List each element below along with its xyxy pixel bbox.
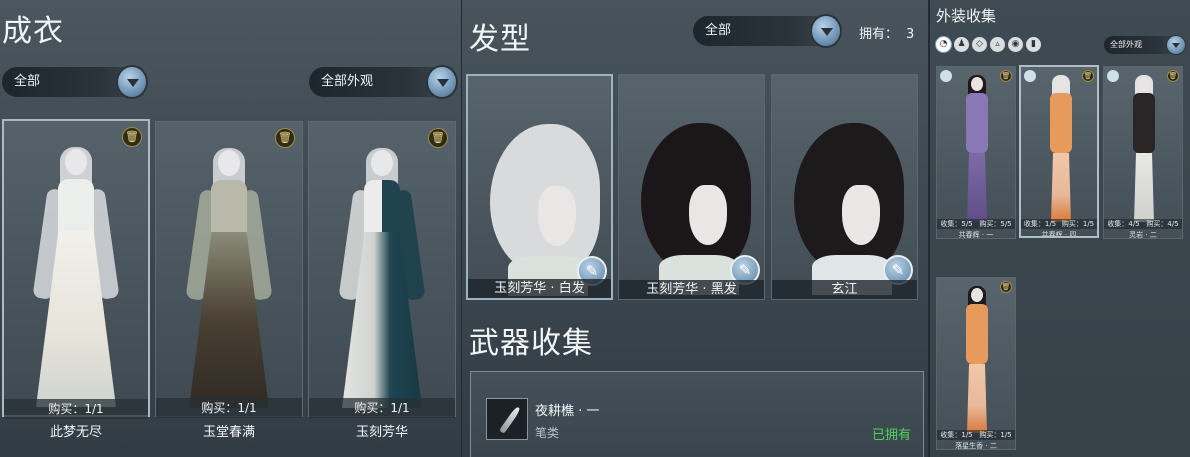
collection-card[interactable]: 🗑 收集：4/5 购买：4/5 灵岩 · 二 — [1103, 66, 1183, 239]
appearance-filter-dropdown[interactable]: 全部外观 — [309, 65, 458, 99]
owned-status: 已拥有 — [871, 428, 911, 443]
category-tabs: ◔ ♟ ◇ ▵ ◉ ▮ — [936, 37, 1041, 52]
accessory-category-icon[interactable]: ◇ — [972, 37, 987, 52]
chevron-down-icon — [426, 65, 458, 99]
buy-count: 购买：1/1 — [309, 398, 455, 418]
outfit-preview-figure — [961, 75, 993, 222]
weapon-item[interactable]: 夜耕樵 · 一 笔类 已拥有 — [470, 371, 924, 457]
trash-icon[interactable]: 🗑 — [1082, 70, 1094, 82]
hairstyle-card[interactable]: ✎ 玄江 — [771, 74, 918, 300]
buy-count: 购买：1/1 — [4, 399, 148, 419]
outfit-preview-figure — [334, 148, 430, 408]
collection-stats: 收集：4/5 购买：4/5 — [1104, 219, 1182, 229]
owned-count: 拥有： 3 — [859, 23, 914, 42]
collect-count: 收集：1/5 — [940, 431, 973, 439]
chevron-down-icon — [1166, 35, 1186, 55]
pendant-category-icon[interactable]: ▮ — [1026, 37, 1041, 52]
chevron-down-icon — [116, 65, 148, 99]
collection-filter-dropdown[interactable]: 全部外观 — [1104, 35, 1186, 55]
chevron-down-icon — [810, 14, 842, 48]
collection-item-name: 落星生香 · 二 — [955, 442, 997, 450]
trash-icon[interactable]: 🗑 — [122, 127, 142, 147]
hair-badge-icon — [1107, 70, 1119, 82]
outfit-preview-figure — [1045, 75, 1077, 222]
collection-stats: 收集：1/5 购买：1/5 — [1021, 219, 1097, 229]
collection-title: 外装收集 — [936, 7, 997, 25]
buy-count: 购买：4/5 — [1146, 220, 1179, 228]
outfit-filter-value: 全部 — [14, 74, 41, 89]
buy-count: 购买：1/5 — [1061, 220, 1095, 228]
outfit-card[interactable]: 🗑 购买：1/1 — [155, 121, 303, 418]
outfit-preview-figure — [181, 148, 277, 408]
weapon-name: 夜耕樵 · 一 — [535, 404, 600, 419]
buy-count: 购买：1/1 — [156, 398, 302, 418]
collection-stats: 收集：1/5 购买：1/5 — [937, 430, 1015, 440]
trash-icon[interactable]: 🗑 — [275, 128, 295, 148]
hairstyle-name: 玉刻芳华 · 黑发 — [619, 280, 764, 299]
collection-card[interactable]: 🗑 收集：1/5 购买：1/5 落星生香 · 二 — [936, 277, 1016, 450]
buy-count: 购买：5/5 — [979, 220, 1012, 228]
trash-icon[interactable]: 🗑 — [428, 128, 448, 148]
collection-card[interactable]: 🗑 收集：1/5 购买：1/5 共春辉 · 四 — [1019, 65, 1099, 238]
owned-value: 3 — [906, 27, 915, 42]
outfit-title: 成衣 — [2, 14, 64, 49]
collection-item-name: 共春辉 · 一 — [958, 231, 994, 239]
collection-panel: 外装收集 ◔ ♟ ◇ ▵ ◉ ▮ 全部外观 🗑 收集：5/5 购买：5/5 共春… — [930, 0, 1190, 457]
collect-count: 收集：4/5 — [1107, 220, 1140, 228]
hairstyle-card[interactable]: ✎ 玉刻芳华 · 黑发 — [618, 74, 765, 300]
weapon-type: 笔类 — [535, 426, 560, 440]
outfit-preview-figure — [1128, 75, 1160, 222]
weapon-collection-title: 武器收集 — [469, 326, 593, 361]
collection-item-name: 共春辉 · 四 — [1041, 231, 1077, 238]
hair-badge-icon — [940, 70, 952, 82]
weapon-thumbnail — [486, 398, 528, 440]
hairstyle-card[interactable]: ✎ 玉刻芳华 · 白发 — [466, 74, 613, 300]
outfit-category-icon[interactable]: ♟ — [954, 37, 969, 52]
outfit-name: 玉刻芳华 — [355, 425, 408, 440]
owned-label: 拥有： — [859, 27, 899, 42]
collect-count: 收集：1/5 — [1023, 220, 1057, 228]
trash-icon[interactable]: 🗑 — [1000, 70, 1012, 82]
trash-icon[interactable]: 🗑 — [1167, 70, 1179, 82]
outfit-preview-figure — [28, 147, 124, 407]
hair-category-icon[interactable]: ◔ — [936, 37, 951, 52]
collection-stats: 收集：5/5 购买：5/5 — [937, 219, 1015, 229]
outfit-card[interactable]: 🗑 购买：1/1 — [308, 121, 456, 418]
trash-icon[interactable]: 🗑 — [1000, 281, 1012, 293]
hairstyle-title: 发型 — [469, 22, 531, 57]
collection-item-name: 灵岩 · 二 — [1129, 231, 1157, 239]
hairstyle-filter-value: 全部 — [705, 23, 732, 38]
outfit-preview-figure — [961, 286, 993, 433]
face-category-icon[interactable]: ◉ — [1008, 37, 1023, 52]
collection-filter-value: 全部外观 — [1110, 40, 1142, 49]
collect-count: 收集：5/5 — [940, 220, 973, 228]
cloak-category-icon[interactable]: ▵ — [990, 37, 1005, 52]
buy-count: 购买：1/5 — [979, 431, 1012, 439]
collection-card[interactable]: 🗑 收集：5/5 购买：5/5 共春辉 · 一 — [936, 66, 1016, 239]
outfit-filter-dropdown[interactable]: 全部 — [2, 65, 148, 99]
hair-badge-icon — [1024, 70, 1036, 82]
hairstyle-name: 玉刻芳华 · 白发 — [468, 279, 611, 298]
hairstyle-filter-dropdown[interactable]: 全部 — [693, 14, 842, 48]
outfit-panel: 成衣 全部 全部外观 🗑 购买：1/1 此梦无尽 🗑 购买：1/1 玉堂春满 🗑… — [0, 0, 462, 457]
outfit-name: 此梦无尽 — [49, 425, 102, 440]
outfit-card[interactable]: 🗑 购买：1/1 — [2, 119, 150, 419]
outfit-name: 玉堂春满 — [202, 425, 255, 440]
appearance-filter-value: 全部外观 — [321, 74, 374, 89]
hairstyle-name: 玄江 — [772, 280, 917, 299]
